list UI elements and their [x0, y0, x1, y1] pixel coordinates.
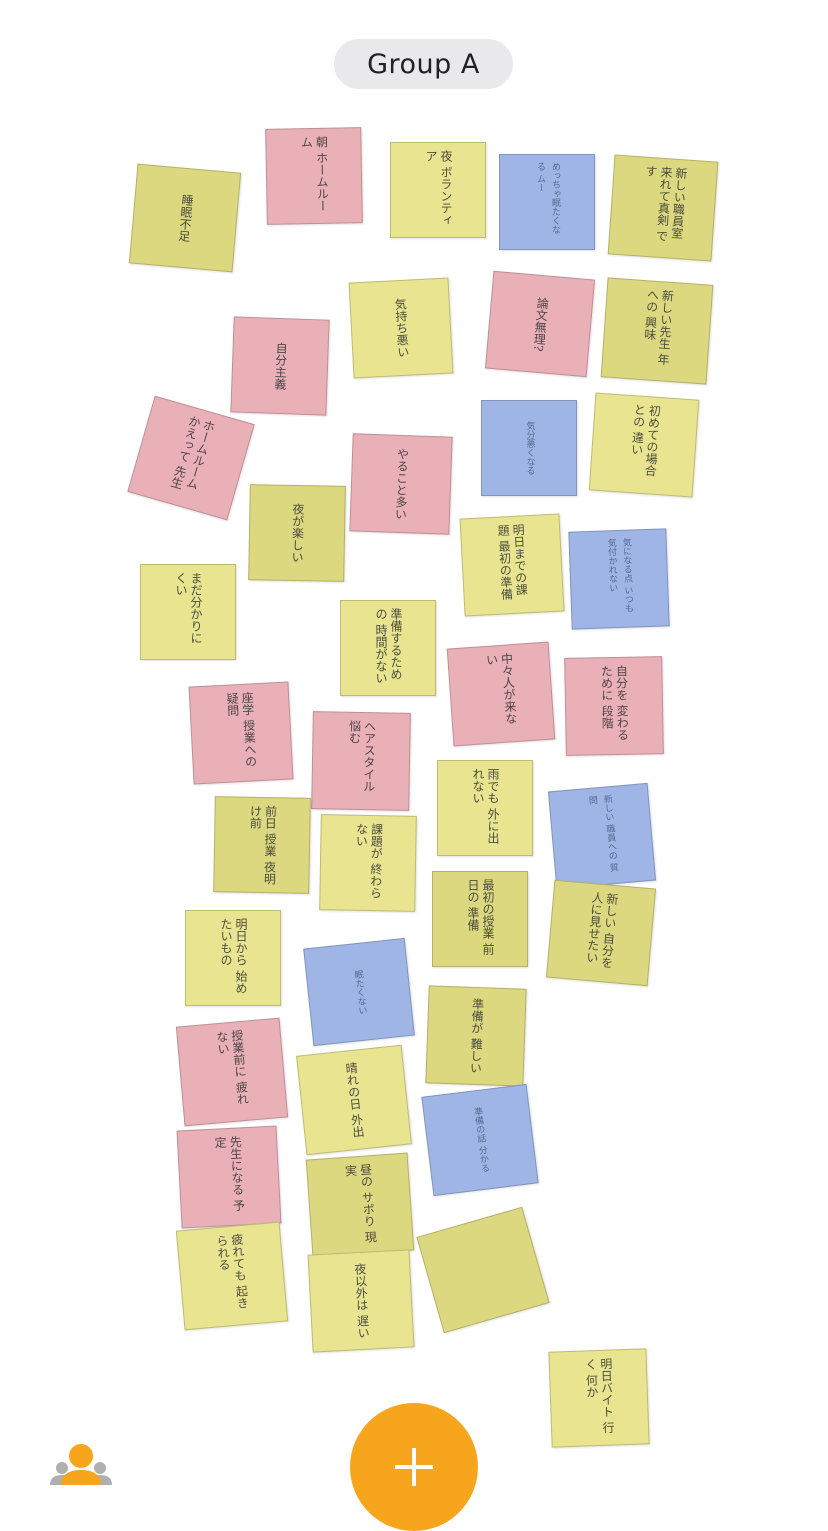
sticky-note-text: 夜が楽しい — [289, 502, 306, 564]
sticky-note[interactable]: 座学 授業への 疑問 — [188, 681, 294, 785]
sticky-note-text: めっちゃ眠たくなる ムー — [535, 162, 560, 235]
sticky-note[interactable]: 授業前に 疲れない — [175, 1017, 289, 1127]
sticky-note[interactable]: 明日までの課題 最初の準備 — [459, 513, 565, 617]
sticky-note-text: 先生になる 予定 — [212, 1135, 246, 1212]
add-note-button[interactable] — [350, 1403, 478, 1531]
sticky-note-text: 新しい 自分を 人に見せたい — [584, 891, 620, 970]
people-icon[interactable] — [50, 1442, 112, 1485]
sticky-note[interactable]: 晴れの日 外出 — [296, 1044, 412, 1156]
sticky-note-text: 新しい先生 年への 興味 — [642, 288, 675, 367]
sticky-note-text: 睡眠不足 — [176, 193, 195, 243]
sticky-note-text: ヘアスタイル 悩む — [347, 719, 377, 793]
sticky-note[interactable]: 明日から 始めたいもの — [185, 910, 281, 1006]
sticky-note-text: 気分悪くなる — [524, 421, 535, 475]
sticky-note-text: 座学 授業への 疑問 — [224, 691, 258, 768]
sticky-note[interactable]: 最初の授業 前日の 準備 — [432, 871, 528, 967]
sticky-note[interactable]: 前日 授業 夜明け前 — [213, 796, 311, 894]
sticky-note[interactable]: 眠たくない — [303, 937, 415, 1047]
sticky-note-text: 朝 ホームルーム — [299, 135, 330, 212]
sticky-note[interactable]: 新しい 職員への 質問 — [547, 782, 657, 890]
sticky-note-text: 雨でも 外に出れない — [471, 768, 500, 844]
sticky-note-text: 課題が 終わらない — [354, 822, 384, 900]
sticky-note-text: 新しい職員室 来れて真剣 です — [643, 164, 689, 243]
sticky-note-text: 自分を 変わる ために 段階 — [599, 664, 630, 742]
sticky-note-text: まだ分かりにくい — [174, 572, 203, 645]
sticky-note[interactable]: 雨でも 外に出れない — [437, 760, 533, 856]
sticky-note-text: 準備するための 時間がない — [374, 608, 403, 684]
sticky-note-text: 晴れの日 外出 — [343, 1061, 366, 1139]
sticky-note[interactable]: 中々人が来ない — [446, 641, 556, 747]
sticky-note-text: 明日までの課題 最初の準備 — [495, 523, 529, 601]
sticky-note[interactable]: やること多い — [349, 433, 453, 535]
sticky-note[interactable]: 初めての場合との 違い — [588, 392, 700, 498]
sticky-note[interactable]: 自分を 変わる ために 段階 — [564, 656, 664, 756]
sticky-note-text: 昼の サボり 現実 — [343, 1163, 378, 1244]
sticky-note-text: 準備が 難しい — [468, 997, 485, 1075]
sticky-note[interactable]: 課題が 終わらない — [319, 814, 417, 912]
sticky-note[interactable]: 睡眠不足 — [128, 163, 242, 273]
sticky-note[interactable]: 新しい 自分を 人に見せたい — [545, 879, 657, 987]
sticky-note[interactable] — [416, 1206, 550, 1334]
sticky-note[interactable]: 疲れても 起きられる — [175, 1221, 289, 1331]
sticky-note-text: 論文無理? — [531, 296, 550, 352]
sticky-note-text: 中々人が来ない — [484, 652, 519, 726]
sticky-note[interactable]: 準備するための 時間がない — [340, 600, 436, 696]
sticky-note-text: 最初の授業 前日の 準備 — [466, 879, 495, 955]
sticky-note[interactable]: 夜 ボランティア — [390, 142, 486, 238]
sticky-note[interactable]: 明日バイト 行く 何か — [548, 1348, 650, 1448]
sticky-board[interactable]: 睡眠不足 朝 ホームルーム 夜 ボランティア めっちゃ眠たくなる ムー 新しい職員室 来… — [0, 0, 828, 1485]
sticky-note-text: ホームルーム かえって 先生 — [168, 414, 217, 492]
sticky-note[interactable]: 気持ち悪い — [348, 277, 454, 379]
sticky-note-text: 準備の話 分かる — [471, 1106, 490, 1174]
sticky-note[interactable]: めっちゃ眠たくなる ムー — [499, 154, 595, 250]
sticky-note-text: 明日バイト 行く 何か — [583, 1357, 616, 1434]
sticky-note[interactable]: 気分悪くなる — [481, 400, 577, 496]
sticky-note-text: 疲れても 起きられる — [214, 1233, 250, 1310]
sticky-note-text: 眠たくない — [352, 969, 367, 1015]
sticky-note-text: やること多い — [393, 447, 410, 521]
sticky-note-text: 明日から 始めたいもの — [219, 918, 248, 994]
sticky-note[interactable]: 夜以外は 遅い — [307, 1249, 415, 1353]
sticky-note[interactable]: 論文無理? — [484, 270, 596, 378]
sticky-note-text: 気持ち悪い — [392, 297, 411, 359]
sticky-note-text: 前日 授業 夜明け前 — [248, 804, 278, 885]
sticky-note[interactable]: 準備の話 分かる — [421, 1083, 539, 1197]
sticky-note[interactable]: 昼の サボり 現実 — [305, 1152, 415, 1258]
sticky-note-text: 授業前に 疲れない — [214, 1029, 250, 1106]
sticky-note-text: 初めての場合との 違い — [629, 403, 662, 478]
sticky-note-text: 新しい 職員への 質問 — [586, 794, 619, 873]
sticky-note[interactable]: 準備が 難しい — [425, 985, 527, 1087]
sticky-note[interactable]: ホームルーム かえって 先生 — [127, 395, 255, 521]
sticky-note[interactable]: 新しい先生 年への 興味 — [600, 277, 714, 385]
sticky-note[interactable]: 気になる点 いつも 気付かれない — [568, 528, 670, 630]
sticky-note-text: 夜以外は 遅い — [352, 1262, 371, 1340]
sticky-note[interactable]: 先生になる 予定 — [176, 1125, 282, 1229]
sticky-note[interactable]: まだ分かりにくい — [140, 564, 236, 660]
sticky-note-text: 自分主義 — [272, 341, 289, 391]
sticky-note[interactable]: 夜が楽しい — [248, 484, 346, 582]
sticky-note-text: 夜 ボランティア — [424, 150, 453, 226]
sticky-note[interactable]: 自分主義 — [230, 316, 330, 416]
sticky-note[interactable]: 新しい職員室 来れて真剣 です — [607, 154, 719, 262]
sticky-note[interactable]: 朝 ホームルーム — [265, 127, 363, 225]
sticky-note[interactable]: ヘアスタイル 悩む — [311, 711, 411, 811]
sticky-note-text: 気になる点 いつも 気付かれない — [605, 537, 634, 613]
